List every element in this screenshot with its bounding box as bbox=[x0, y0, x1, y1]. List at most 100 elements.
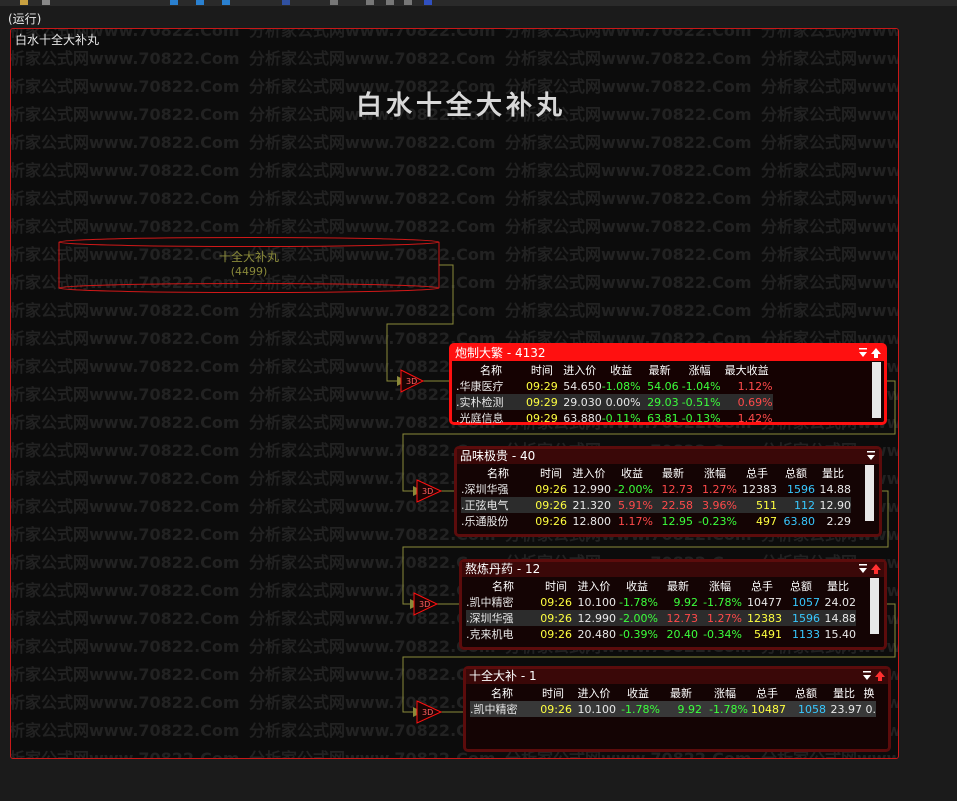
table-cell: 12.73 bbox=[661, 482, 694, 496]
table-row[interactable]: .乐通股份 09:26 12.800 1.17% 12.95 -0.23% 497 63.80… bbox=[461, 513, 851, 529]
table-row[interactable]: .深圳华强 09:26 12.990 -2.00% 12.73 1.27% 12383 159… bbox=[466, 610, 856, 626]
table-cell: 15.40 bbox=[824, 627, 857, 641]
tool-icon[interactable] bbox=[404, 0, 412, 5]
table-header-row: 名称 时间 进入价 收益 最新 涨幅 最大收益 bbox=[456, 362, 773, 378]
scrollbar[interactable] bbox=[872, 362, 881, 418]
result-panel-3[interactable]: 熬炼丹药 - 12 名称 时间 进入价 收益 最新 涨幅 总手 总额 量比 .凯中精密 09:26 1… bbox=[459, 559, 887, 650]
table-row[interactable]: .正弦电气 09:26 21.320 5.91% 22.58 3.96% 511 112 12.… bbox=[461, 497, 851, 513]
column-header[interactable]: 最新 bbox=[660, 685, 702, 701]
column-header[interactable]: 名称 bbox=[470, 685, 534, 701]
column-header[interactable]: 收益 bbox=[616, 578, 658, 594]
dropdown-arrow-icon[interactable] bbox=[866, 450, 876, 462]
column-header[interactable]: 最大收益 bbox=[721, 362, 773, 378]
column-header[interactable]: 时间 bbox=[526, 362, 558, 378]
table-cell: .实朴检测 bbox=[456, 396, 504, 409]
table-cell: 12.95 bbox=[661, 514, 694, 528]
column-header[interactable]: 总额 bbox=[786, 685, 826, 701]
column-header[interactable]: 涨幅 bbox=[679, 362, 721, 378]
result-panel-1[interactable]: 炮制大繁 - 4132 名称 时间 进入价 收益 最新 涨幅 最大收益 .华康医疗 09:29 5… bbox=[449, 343, 887, 425]
dropdown-arrow-icon[interactable] bbox=[858, 563, 868, 575]
panel-title: 十全大补 - 1 bbox=[466, 669, 888, 684]
column-header[interactable]: 进入价 bbox=[558, 362, 602, 378]
collapse-up-icon[interactable] bbox=[871, 347, 881, 359]
column-header[interactable]: 最新 bbox=[653, 465, 693, 481]
column-header[interactable]: 进入价 bbox=[572, 685, 616, 701]
table-cell: 09:26 bbox=[535, 482, 567, 496]
collapse-up-icon[interactable] bbox=[871, 563, 881, 575]
column-header[interactable]: 收益 bbox=[611, 465, 653, 481]
dropdown-arrow-icon[interactable] bbox=[862, 670, 872, 682]
column-header[interactable]: 最新 bbox=[658, 578, 698, 594]
result-panel-2[interactable]: 品味极贵 - 40 名称 时间 进入价 收益 最新 涨幅 总手 总额 量比 .深圳华强 09:26 1… bbox=[454, 446, 882, 537]
table-cell: 10477 bbox=[747, 595, 782, 609]
globe-icon[interactable] bbox=[282, 0, 290, 5]
table-cell: -0.51% bbox=[681, 395, 721, 409]
column-header[interactable]: 量比 bbox=[815, 465, 851, 481]
table-cell: 09:26 bbox=[535, 498, 567, 512]
column-header[interactable]: 总手 bbox=[742, 578, 782, 594]
table-cell: 14.88 bbox=[824, 611, 857, 625]
table-cell: -1.08% bbox=[601, 379, 641, 393]
column-header[interactable]: 收益 bbox=[602, 362, 641, 378]
table-cell: 3.96% bbox=[702, 498, 737, 512]
column-header[interactable]: 进入价 bbox=[567, 465, 611, 481]
column-header[interactable]: 时间 bbox=[540, 578, 572, 594]
column-header[interactable]: 最新 bbox=[641, 362, 679, 378]
tool-icon[interactable] bbox=[330, 0, 338, 5]
toolbar-strip bbox=[0, 0, 957, 6]
table-cell: 09:29 bbox=[526, 395, 558, 409]
column-header[interactable]: 涨幅 bbox=[693, 465, 737, 481]
column-header[interactable]: 名称 bbox=[456, 362, 526, 378]
column-header[interactable]: 名称 bbox=[466, 578, 540, 594]
column-header[interactable]: 时间 bbox=[535, 465, 567, 481]
table-cell: -1.78% bbox=[703, 595, 742, 609]
column-header[interactable]: 换 bbox=[862, 685, 876, 701]
dropdown-arrow-icon[interactable] bbox=[858, 347, 868, 359]
table-cell: 12.90 bbox=[819, 498, 852, 512]
tool-icon[interactable] bbox=[366, 0, 374, 5]
strategy-name: 十全大补丸 bbox=[218, 250, 279, 264]
table-row[interactable]: .凯中精密 09:26 10.100 -1.78% 9.92 -1.78% 10477 105… bbox=[466, 594, 856, 610]
scrollbar[interactable] bbox=[870, 578, 879, 634]
column-header[interactable]: 总手 bbox=[748, 685, 786, 701]
table-cell: 12.990 bbox=[572, 482, 612, 496]
table-cell: .光庭信息 bbox=[456, 412, 504, 425]
table-cell: 09:29 bbox=[526, 379, 558, 393]
column-header[interactable]: 进入价 bbox=[572, 578, 616, 594]
column-header[interactable]: 总额 bbox=[777, 465, 815, 481]
table-cell: .乐通股份 bbox=[461, 515, 509, 528]
scrollbar[interactable] bbox=[865, 465, 874, 521]
table-cell: 1.27% bbox=[702, 482, 737, 496]
table-row[interactable]: .克来机电 09:26 20.480 -0.39% 20.40 -0.34% 5491 113… bbox=[466, 626, 856, 642]
collapse-up-icon[interactable] bbox=[875, 670, 885, 682]
column-header[interactable]: 总手 bbox=[737, 465, 777, 481]
result-panel-4[interactable]: 十全大补 - 1 名称 时间 进入价 收益 最新 涨幅 总手 总额 量比换 .凯中精密 09:26 1… bbox=[463, 666, 891, 752]
table-cell: -2.00% bbox=[619, 611, 658, 625]
column-header[interactable]: 涨幅 bbox=[698, 578, 742, 594]
window-icon[interactable] bbox=[222, 0, 230, 5]
table-row[interactable]: .深圳华强 09:26 12.990 -2.00% 12.73 1.27% 12383 159… bbox=[461, 481, 851, 497]
window-icon[interactable] bbox=[196, 0, 204, 5]
column-header[interactable]: 量比 bbox=[826, 685, 862, 701]
table-row[interactable]: .凯中精密 09:26 10.100 -1.78% 9.92 -1.78% 10487 105… bbox=[470, 701, 876, 717]
table-cell: 09:29 bbox=[526, 411, 558, 425]
table-cell: -0.23% bbox=[698, 514, 737, 528]
window-icon[interactable] bbox=[170, 0, 178, 5]
table-row[interactable]: .实朴检测 09:29 29.030 0.00% 29.03 -0.51% 0.69% bbox=[456, 394, 773, 410]
table-cell: 10.100 bbox=[577, 595, 617, 609]
save-icon[interactable] bbox=[42, 0, 50, 5]
table-row[interactable]: .华康医疗 09:29 54.650 -1.08% 54.06 -1.04% 1.12% bbox=[456, 378, 773, 394]
column-header[interactable]: 时间 bbox=[534, 685, 572, 701]
column-header[interactable]: 涨幅 bbox=[702, 685, 748, 701]
filter-label: 3D bbox=[419, 600, 430, 609]
column-header[interactable]: 量比 bbox=[820, 578, 856, 594]
column-header[interactable]: 总额 bbox=[782, 578, 820, 594]
column-header[interactable]: 收益 bbox=[616, 685, 660, 701]
strategy-canvas[interactable]: 分析家公式网www.70822.Com 分析家公式网www.70822.Com 分析… bbox=[10, 28, 899, 759]
folder-icon[interactable] bbox=[20, 0, 28, 5]
column-header[interactable]: 名称 bbox=[461, 465, 535, 481]
table-cell: .深圳华强 bbox=[461, 483, 509, 496]
table-row[interactable]: .光庭信息 09:29 63.880 -0.11% 63.81 -0.13% 1.42% bbox=[456, 410, 773, 426]
tool-icon[interactable] bbox=[386, 0, 394, 5]
tool-icon[interactable] bbox=[424, 0, 432, 5]
